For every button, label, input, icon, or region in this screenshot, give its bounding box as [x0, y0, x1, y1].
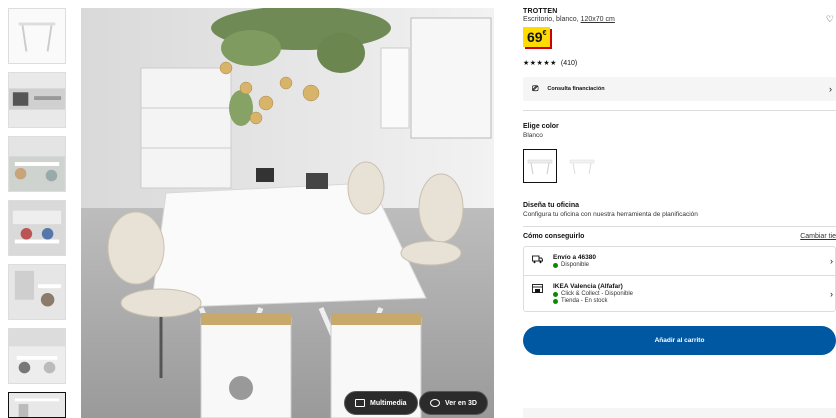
- swatch-white-desk-alt[interactable]: [565, 149, 599, 183]
- next-section-peek: [523, 408, 836, 418]
- available-dot: [553, 298, 558, 304]
- shipping-status-text: Disponible: [561, 262, 590, 268]
- chevron-right-icon: ›: [830, 256, 833, 266]
- divider: [523, 226, 836, 227]
- shipping-option[interactable]: Envío a 46380 Disponible ›: [524, 247, 835, 275]
- rating-count: (410): [560, 59, 578, 67]
- finance-button[interactable]: ⎚ Consulta financiación ›: [523, 77, 836, 101]
- click-collect-text: Click & Collect - Disponible: [561, 291, 634, 297]
- heart-icon[interactable]: ♡: [826, 14, 834, 25]
- change-store-link[interactable]: Cambiar tie: [800, 233, 836, 240]
- availability-header: Cómo conseguirlo Cambiar tie: [523, 233, 836, 240]
- rating[interactable]: ★★★★★ (410): [523, 59, 836, 68]
- gallery-icon: [355, 399, 365, 407]
- store-option[interactable]: IKEA Valencia (Alfafar) Click & Collect …: [524, 275, 835, 311]
- office-planner-text[interactable]: Configura tu oficina con nuestra herrami…: [523, 211, 836, 218]
- price-tag: 69€: [523, 27, 551, 47]
- product-desc-text: Escritorio, blanco,: [523, 16, 579, 23]
- thumbnail-strip: [8, 8, 66, 418]
- desk-thumbnail-icon: [527, 159, 553, 175]
- star-rating-icon: ★★★★★: [523, 60, 557, 67]
- view-3d-button[interactable]: Ver en 3D: [419, 391, 488, 415]
- divider: [523, 110, 836, 111]
- swatch-white-desk[interactable]: [523, 149, 557, 183]
- available-dot: [553, 291, 558, 297]
- in-store-text: Tienda - En stock: [561, 298, 608, 304]
- product-size-link[interactable]: 120x70 cm: [581, 16, 615, 23]
- finance-label: Consulta financiación: [547, 86, 605, 92]
- chevron-right-icon: ›: [829, 84, 832, 94]
- office-scene-image: [81, 8, 494, 418]
- desk-thumbnail-icon: [569, 159, 595, 175]
- thumbnail-2[interactable]: [8, 72, 66, 128]
- price-value: 69: [527, 29, 543, 45]
- main-product-image[interactable]: Multimedia Ver en 3D: [81, 8, 494, 418]
- store-icon: [532, 284, 543, 293]
- thumbnail-1[interactable]: [8, 8, 66, 64]
- thumbnail-4[interactable]: [8, 200, 66, 256]
- rotate-3d-icon: [430, 399, 440, 407]
- add-to-cart-label: Añadir al carrito: [654, 337, 705, 344]
- multimedia-label: Multimedia: [370, 399, 407, 407]
- product-description: Escritorio, blanco, 120x70 cm: [523, 16, 836, 23]
- thumbnail-5[interactable]: [8, 264, 66, 320]
- available-dot: [553, 262, 558, 268]
- hand-money-icon: ⎚: [532, 84, 539, 93]
- availability-title: Cómo conseguirlo: [523, 233, 585, 240]
- product-info-panel: TROTTEN Escritorio, blanco, 120x70 cm ♡ …: [523, 8, 836, 418]
- thumbnail-6[interactable]: [8, 328, 66, 384]
- store-line-1: Click & Collect - Disponible: [553, 291, 633, 297]
- selected-color: Blanco: [523, 132, 543, 139]
- office-section-title: Diseña tu oficina: [523, 202, 580, 209]
- shipping-title: Envío a 46380: [553, 254, 596, 261]
- store-line-2: Tienda - En stock: [553, 298, 633, 304]
- availability-box: Envío a 46380 Disponible › IKEA Valencia…: [523, 246, 836, 312]
- chevron-right-icon: ›: [830, 288, 833, 299]
- shipping-status: Disponible: [553, 262, 596, 268]
- view-3d-label: Ver en 3D: [445, 399, 477, 407]
- store-title: IKEA Valencia (Alfafar): [553, 283, 623, 290]
- price-currency: €: [542, 30, 547, 37]
- thumbnail-7[interactable]: [8, 392, 66, 418]
- multimedia-button[interactable]: Multimedia: [344, 391, 418, 415]
- color-section-title: Elige color: [523, 123, 559, 130]
- product-name: TROTTEN: [523, 8, 558, 15]
- add-to-cart-button[interactable]: Añadir al carrito: [523, 326, 836, 355]
- thumbnail-3[interactable]: [8, 136, 66, 192]
- color-swatches: [523, 149, 836, 183]
- truck-icon: [532, 255, 543, 264]
